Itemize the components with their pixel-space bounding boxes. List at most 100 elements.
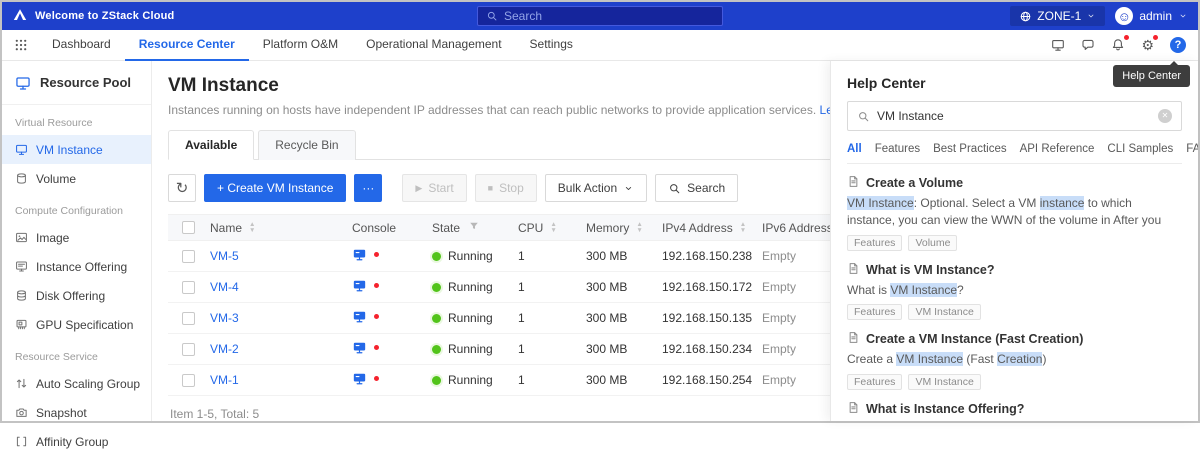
refresh-button[interactable]: ↻ bbox=[168, 174, 196, 202]
sidebar-item-vm-instance[interactable]: VM Instance bbox=[2, 135, 151, 164]
vm-name-link[interactable]: VM-3 bbox=[210, 311, 239, 325]
column-header-state[interactable]: State bbox=[430, 220, 516, 235]
sidebar-item-disk-offering[interactable]: Disk Offering bbox=[2, 281, 151, 310]
sort-icon[interactable]: ▲▼ bbox=[550, 222, 556, 234]
help-result[interactable]: Create a VolumeVM Instance: Optional. Se… bbox=[847, 175, 1182, 251]
vm-name-link[interactable]: VM-4 bbox=[210, 280, 239, 294]
feedback-icon[interactable] bbox=[1081, 38, 1095, 52]
memory-cell-value: 300 MB bbox=[586, 373, 627, 387]
row-checkbox[interactable] bbox=[182, 374, 195, 387]
user-menu[interactable]: ☺ admin bbox=[1115, 7, 1188, 25]
stop-button[interactable]: ■Stop bbox=[475, 174, 537, 202]
sidebar-item-image[interactable]: Image bbox=[2, 223, 151, 252]
help-result[interactable]: What is Instance Offering?What is Instan… bbox=[847, 401, 1182, 421]
tab-recycle-bin[interactable]: Recycle Bin bbox=[258, 130, 355, 160]
result-title[interactable]: Create a VM Instance (Fast Creation) bbox=[847, 331, 1182, 347]
column-header-ipv4-address[interactable]: IPv4 Address ▲▼ bbox=[660, 221, 760, 235]
column-label: CPU bbox=[518, 221, 543, 235]
highlighted-text: VM Instance bbox=[847, 196, 914, 210]
snippet-text: (Fast bbox=[963, 352, 997, 366]
open-console-icon[interactable] bbox=[352, 340, 367, 358]
smiley-icon: ☺ bbox=[1118, 10, 1131, 23]
search-button[interactable]: Search bbox=[655, 174, 738, 202]
avatar: ☺ bbox=[1115, 7, 1133, 25]
sidebar-section-label: Compute Configuration bbox=[2, 193, 151, 223]
row-checkbox[interactable] bbox=[182, 250, 195, 263]
result-title[interactable]: What is Instance Offering? bbox=[847, 401, 1182, 417]
name-cell: VM-4 bbox=[208, 280, 350, 294]
resource-pool-label: Resource Pool bbox=[40, 75, 131, 90]
help-tab-faq[interactable]: FAQ bbox=[1186, 143, 1198, 155]
offering-icon bbox=[15, 260, 28, 273]
apps-grid-icon[interactable] bbox=[14, 38, 28, 52]
document-icon bbox=[847, 262, 860, 278]
result-title[interactable]: What is VM Instance? bbox=[847, 262, 1182, 278]
help-tab-all[interactable]: All bbox=[847, 143, 862, 155]
chevron-down-icon bbox=[1086, 11, 1096, 21]
help-results: Create a VolumeVM Instance: Optional. Se… bbox=[847, 175, 1182, 421]
start-button[interactable]: ▶Start bbox=[402, 174, 466, 202]
column-label: IPv4 Address bbox=[662, 221, 733, 235]
sort-icon[interactable]: ▲▼ bbox=[249, 222, 255, 234]
sidebar-section-label: Resource Service bbox=[2, 339, 151, 369]
sidebar-section-label: Virtual Resource bbox=[2, 105, 151, 135]
open-console-icon[interactable] bbox=[352, 309, 367, 327]
ipv4-cell: 192.168.150.254 bbox=[660, 373, 760, 387]
sidebar-item-gpu-specification[interactable]: GPU Specification bbox=[2, 310, 151, 339]
help-tab-api-reference[interactable]: API Reference bbox=[1020, 143, 1095, 155]
sort-icon[interactable]: ▲▼ bbox=[740, 222, 746, 234]
open-console-icon[interactable] bbox=[352, 371, 367, 389]
result-tags: FeaturesVM Instance bbox=[847, 304, 1182, 320]
nav-item-resource-center[interactable]: Resource Center bbox=[125, 30, 249, 61]
snapshot-icon bbox=[15, 406, 28, 419]
vm-name-link[interactable]: VM-1 bbox=[210, 373, 239, 387]
clear-search-icon[interactable]: ✕ bbox=[1158, 109, 1172, 123]
tab-available[interactable]: Available bbox=[168, 130, 254, 160]
help-center-icon[interactable]: ? bbox=[1170, 37, 1186, 53]
resource-pool-header[interactable]: Resource Pool bbox=[2, 61, 151, 105]
row-checkbox[interactable] bbox=[182, 312, 195, 325]
help-tab-cli-samples[interactable]: CLI Samples bbox=[1107, 143, 1173, 155]
console-terminal-icon[interactable] bbox=[1051, 38, 1065, 52]
memory-cell-value: 300 MB bbox=[586, 311, 627, 325]
nav-item-operational-management[interactable]: Operational Management bbox=[352, 30, 515, 61]
sort-icon[interactable]: ▲▼ bbox=[636, 222, 642, 234]
cpu-cell-value: 1 bbox=[518, 342, 525, 356]
vm-name-link[interactable]: VM-5 bbox=[210, 249, 239, 263]
zone-selector[interactable]: ZONE-1 bbox=[1010, 6, 1105, 26]
nav-item-settings[interactable]: Settings bbox=[516, 30, 587, 61]
sidebar-item-instance-offering[interactable]: Instance Offering bbox=[2, 252, 151, 281]
cpu-cell-value: 1 bbox=[518, 311, 525, 325]
sidebar-item-auto-scaling-group[interactable]: Auto Scaling Group bbox=[2, 369, 151, 398]
help-search-input[interactable]: VM Instance ✕ bbox=[847, 101, 1182, 131]
help-tab-best-practices[interactable]: Best Practices bbox=[933, 143, 1007, 155]
help-result[interactable]: What is VM Instance?What is VM Instance?… bbox=[847, 262, 1182, 320]
global-search-input[interactable]: Search bbox=[477, 6, 723, 26]
name-cell: VM-2 bbox=[208, 342, 350, 356]
nav-item-dashboard[interactable]: Dashboard bbox=[38, 30, 125, 61]
help-tab-features[interactable]: Features bbox=[875, 143, 920, 155]
open-console-icon[interactable] bbox=[352, 278, 367, 296]
alert-badge bbox=[374, 252, 379, 257]
more-actions-button[interactable]: ··· bbox=[354, 174, 382, 202]
column-header-cpu[interactable]: CPU ▲▼ bbox=[516, 221, 584, 235]
bulk-action-button[interactable]: Bulk Action bbox=[545, 174, 647, 202]
vm-name-link[interactable]: VM-2 bbox=[210, 342, 239, 356]
help-result[interactable]: Create a VM Instance (Fast Creation)Crea… bbox=[847, 331, 1182, 389]
open-console-icon[interactable] bbox=[352, 247, 367, 265]
nav-item-platform-o-m[interactable]: Platform O&M bbox=[249, 30, 352, 61]
create-vm-instance-button[interactable]: + Create VM Instance bbox=[204, 174, 346, 202]
row-checkbox[interactable] bbox=[182, 343, 195, 356]
sidebar-item-affinity-group[interactable]: Affinity Group bbox=[2, 427, 151, 456]
resource-pool-icon bbox=[15, 75, 31, 91]
select-all-checkbox[interactable] bbox=[182, 221, 195, 234]
settings-gear-icon[interactable]: ⚙ bbox=[1141, 38, 1154, 52]
scaling-icon bbox=[15, 377, 28, 390]
column-header-name[interactable]: Name▲▼ bbox=[208, 221, 350, 235]
sidebar-item-volume[interactable]: Volume bbox=[2, 164, 151, 193]
result-title[interactable]: Create a Volume bbox=[847, 175, 1182, 191]
filter-icon[interactable] bbox=[468, 220, 480, 235]
row-checkbox[interactable] bbox=[182, 281, 195, 294]
column-header-memory[interactable]: Memory▲▼ bbox=[584, 221, 660, 235]
notifications-bell-icon[interactable] bbox=[1111, 38, 1125, 52]
